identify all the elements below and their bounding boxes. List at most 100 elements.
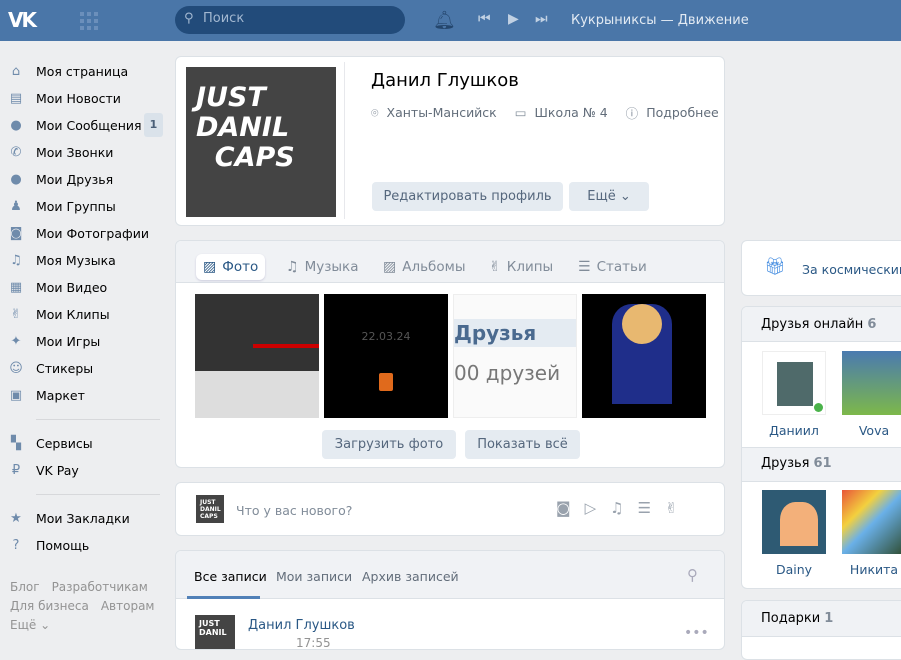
home-icon: ⌂ (11, 64, 21, 79)
next-track-icon[interactable]: ⏭︎ (535, 11, 548, 27)
gifts-header[interactable]: Подарки 1 (742, 601, 901, 637)
profile-more-link[interactable]: Подробнее (646, 105, 719, 120)
sidebar-item-clips[interactable]: ✌ Мои Клипы (8, 301, 163, 328)
composer-input[interactable]: Что у вас нового? (236, 503, 352, 518)
friends-header[interactable]: Друзья 61 (742, 447, 901, 482)
sidebar-item-label: Моя Музыка (36, 253, 116, 268)
gift-banner[interactable]: 🎁︎ За космическим (741, 240, 901, 296)
photo-4[interactable] (582, 294, 706, 418)
footer-dev-link[interactable]: Разработчикам (52, 580, 148, 594)
albums-icon: ▨ (383, 259, 397, 275)
friend-online-item[interactable]: Vova (841, 351, 901, 438)
sidebar-item-services[interactable]: ▚ Сервисы (8, 430, 163, 457)
sidebar-item-video[interactable]: ▦ Мои Видео (8, 274, 163, 301)
friends-card: Друзья онлайн 6 Даниил Vova Друзья 61 Dain… (741, 306, 901, 589)
more-button[interactable]: Ещё ⌄ (569, 182, 649, 211)
sidebar-item-messages[interactable]: ● Мои Сообщения 1 (8, 112, 163, 139)
gift-icon: 🎁︎ (764, 257, 786, 277)
tab-my-posts[interactable]: Мои записи (276, 569, 352, 584)
tab-articles[interactable]: ☰ Статьи (578, 254, 647, 280)
friend-item[interactable]: Dainy (761, 490, 827, 577)
apps-grid-icon[interactable] (80, 12, 98, 30)
friends-online-header[interactable]: Друзья онлайн 6 (742, 307, 901, 342)
help-icon: ? (12, 538, 20, 553)
games-icon: ✦ (10, 334, 22, 349)
briefcase-icon: ▭ (514, 105, 527, 120)
prev-track-icon[interactable]: ⏮︎ (478, 11, 491, 27)
camera-icon[interactable]: ◙ (556, 499, 571, 517)
articles-icon: ☰ (578, 259, 591, 275)
sidebar-item-music[interactable]: ♫ Моя Музыка (8, 247, 163, 274)
tab-all-posts[interactable]: Все записи (194, 569, 267, 584)
tab-clips[interactable]: ✌ Клипы (489, 254, 553, 280)
bell-icon[interactable]: 🔔︎ (433, 10, 456, 31)
sidebar-item-stickers[interactable]: ☺ Стикеры (8, 355, 163, 382)
profile-city[interactable]: Ханты-Мансийск (387, 105, 497, 120)
phone-icon: ✆ (10, 145, 22, 160)
sidebar-item-label: Мои Сообщения (36, 118, 142, 133)
footer-more-link[interactable]: Ещё ⌄ (10, 618, 50, 632)
sidebar-item-games[interactable]: ✦ Мои Игры (8, 328, 163, 355)
footer-business-link[interactable]: Для бизнеса (10, 599, 89, 613)
info-icon: ⓘ (625, 106, 639, 121)
sidebar-item-vkpay[interactable]: ₽ VK Pay (8, 457, 163, 484)
vk-logo[interactable]: VK (8, 8, 37, 32)
sidebar-item-market[interactable]: ▣ Маркет (8, 382, 163, 409)
friend-online-item[interactable]: Даниил (761, 351, 827, 438)
footer-authors-link[interactable]: Авторам (101, 599, 155, 613)
upload-photo-button[interactable]: Загрузить фото (322, 430, 456, 459)
current-track[interactable]: Кукрыниксы — Движение (571, 13, 749, 28)
sidebar-item-user[interactable]: ● Мои Друзья (8, 166, 163, 193)
gifts-card: Подарки 1 (741, 600, 901, 660)
post-avatar[interactable]: JUST DANIL (195, 615, 235, 649)
sidebar-item-help[interactable]: ? Помощь (8, 532, 163, 559)
music-icon[interactable]: ♫ (610, 499, 623, 517)
clips-icon: ✌ (10, 307, 22, 322)
sidebar-item-label: Сервисы (36, 436, 93, 451)
search-icon[interactable]: ⚲ (687, 566, 698, 584)
post-author[interactable]: Данил Глушков (248, 618, 355, 633)
music-icon: ♫ (10, 253, 22, 268)
sidebar-footer: Блог Разработчикам Для бизнеса Авторам Ещё… (10, 578, 166, 635)
stickers-icon: ☺ (9, 361, 23, 376)
play-icon[interactable]: ▶︎ (508, 11, 519, 27)
top-header: VK ⚲ Поиск 🔔︎ ⏮︎ ▶︎ ⏭︎ Кукрыниксы — Движе… (0, 0, 901, 41)
profile-avatar[interactable]: JUST DANIL CAPS (186, 67, 336, 217)
sidebar-item-label: Стикеры (36, 361, 94, 376)
article-icon[interactable]: ☰ (638, 499, 651, 517)
sidebar-item-label: Мои Новости (36, 91, 121, 106)
sidebar-item-news[interactable]: ▤ Мои Новости (8, 85, 163, 112)
sidebar-item-home[interactable]: ⌂ Моя страница (8, 58, 163, 85)
sidebar-item-phone[interactable]: ✆ Мои Звонки (8, 139, 163, 166)
tab-albums[interactable]: ▨ Альбомы (383, 254, 465, 280)
edit-profile-button[interactable]: Редактировать профиль (372, 182, 563, 211)
photo-icon: ▨ (203, 259, 217, 275)
video-icon[interactable]: ▷ (585, 499, 597, 517)
photo-1[interactable] (195, 294, 319, 418)
sidebar-item-star[interactable]: ★ Мои Закладки (8, 505, 163, 532)
profile-school[interactable]: Школа № 4 (535, 105, 608, 120)
tab-music[interactable]: ♫ Музыка (286, 254, 358, 280)
sidebar-item-groups[interactable]: ♟ Мои Группы (8, 193, 163, 220)
star-icon: ★ (10, 511, 22, 526)
photo-3[interactable]: Друзья 00 друзей (453, 294, 577, 418)
sidebar-item-camera[interactable]: ◙ Мои Фотографии (8, 220, 163, 247)
composer-avatar: JUST DANIL CAPS (196, 495, 224, 523)
footer-blog-link[interactable]: Блог (10, 580, 40, 594)
photo-2[interactable]: 22.03.24 (324, 294, 448, 418)
clip-icon[interactable]: ✌ (665, 499, 678, 517)
sidebar-item-label: Мои Друзья (36, 172, 114, 187)
sidebar-item-label: Мои Фотографии (36, 226, 149, 241)
show-all-button[interactable]: Показать всё (465, 430, 580, 459)
sidebar-item-label: Мои Звонки (36, 145, 114, 160)
sidebar: ⌂ Моя страница ▤ Мои Новости ● Мои Сообщения 1… (8, 58, 163, 559)
sidebar-divider (36, 494, 160, 495)
profile-name: Данил Глушков (371, 70, 519, 91)
tab-archive[interactable]: Архив записей (362, 569, 459, 584)
post-menu-icon[interactable]: ••• (684, 625, 709, 641)
search-input[interactable]: ⚲ Поиск (175, 6, 405, 34)
sidebar-item-label: VK Pay (36, 463, 79, 478)
friend-item[interactable]: Никита (841, 490, 901, 577)
sidebar-item-label: Мои Игры (36, 334, 101, 349)
tab-photo[interactable]: ▨ Фото (196, 254, 266, 280)
